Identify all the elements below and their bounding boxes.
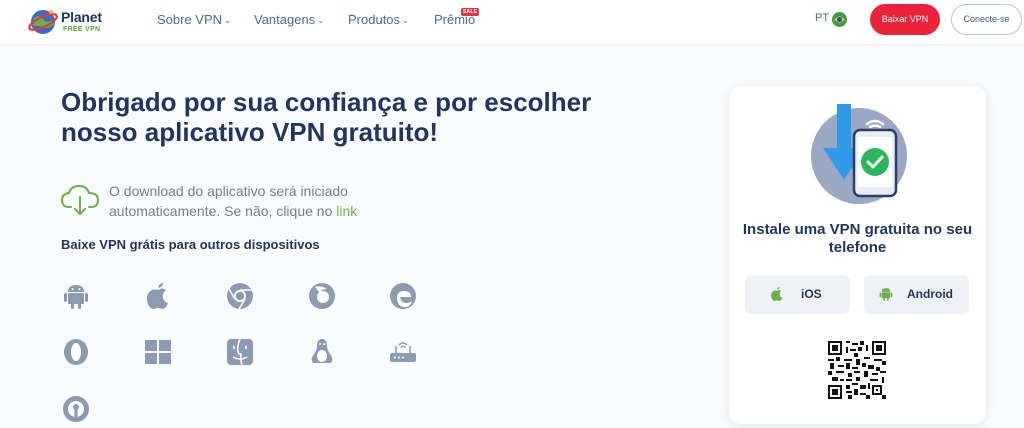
android-icon[interactable] <box>61 281 91 311</box>
ios-download-button[interactable]: iOS <box>745 275 850 314</box>
download-vpn-button[interactable]: Baixar VPN <box>870 4 940 35</box>
android-icon <box>879 288 893 301</box>
brand-subtitle: FREE VPN <box>63 26 101 33</box>
android-label: Android <box>907 287 953 301</box>
phone-shield-illustration <box>811 104 907 204</box>
other-devices-heading: Baixe VPN grátis para outros dispositivo… <box>61 237 320 252</box>
nav-vantagens[interactable]: Vantagens ⌄ <box>254 12 324 27</box>
edge-icon[interactable] <box>388 281 418 311</box>
chevron-down-icon: ⌄ <box>224 16 231 25</box>
nav-label: Sobre VPN <box>157 12 223 27</box>
openvpn-icon[interactable] <box>61 394 91 424</box>
nav-label: Vantagens <box>254 12 316 27</box>
mobile-install-card: Instale uma VPN gratuita no seu telefone… <box>729 86 986 424</box>
chrome-icon[interactable] <box>225 281 255 311</box>
planet-vpn-logo[interactable]: Planet FREE VPN <box>28 6 138 38</box>
top-nav-bar: Planet FREE VPN Sobre VPN ⌄ Vantagens ⌄ Pr… <box>0 0 1024 44</box>
nav-sobre-vpn[interactable]: Sobre VPN ⌄ <box>157 12 231 27</box>
language-selector[interactable]: PT <box>815 12 829 24</box>
login-button[interactable]: Conecte-se <box>951 4 1022 35</box>
qr-code[interactable] <box>828 341 886 399</box>
nav-produtos[interactable]: Produtos ⌄ <box>348 12 409 27</box>
firefox-icon[interactable] <box>307 281 337 311</box>
download-link[interactable]: link <box>336 203 357 219</box>
brazil-flag-icon[interactable] <box>832 12 847 27</box>
download-notice-text: O download do aplicativo será iniciado a… <box>109 183 348 219</box>
brand-name: Planet <box>61 9 102 25</box>
chevron-down-icon: ⌄ <box>402 16 409 25</box>
page-title: Obrigado por sua confiança e por escolhe… <box>61 87 592 147</box>
globe-logo-icon <box>28 10 58 34</box>
opera-icon[interactable] <box>61 337 91 367</box>
download-notice: O download do aplicativo será iniciado a… <box>109 181 409 221</box>
chevron-down-icon: ⌄ <box>317 16 324 25</box>
sale-badge: SALE <box>461 8 480 16</box>
ios-label: iOS <box>801 287 822 301</box>
router-icon[interactable] <box>388 337 418 367</box>
android-download-button[interactable]: Android <box>864 275 969 314</box>
windows-icon[interactable] <box>143 337 173 367</box>
nav-label: Produtos <box>348 12 401 27</box>
finder-icon[interactable] <box>225 337 255 367</box>
apple-icon[interactable] <box>143 281 173 311</box>
cloud-download-icon <box>60 184 100 215</box>
card-title: Instale uma VPN gratuita no seu telefone <box>742 221 973 256</box>
linux-icon[interactable] <box>307 337 337 367</box>
apple-icon <box>771 287 783 301</box>
